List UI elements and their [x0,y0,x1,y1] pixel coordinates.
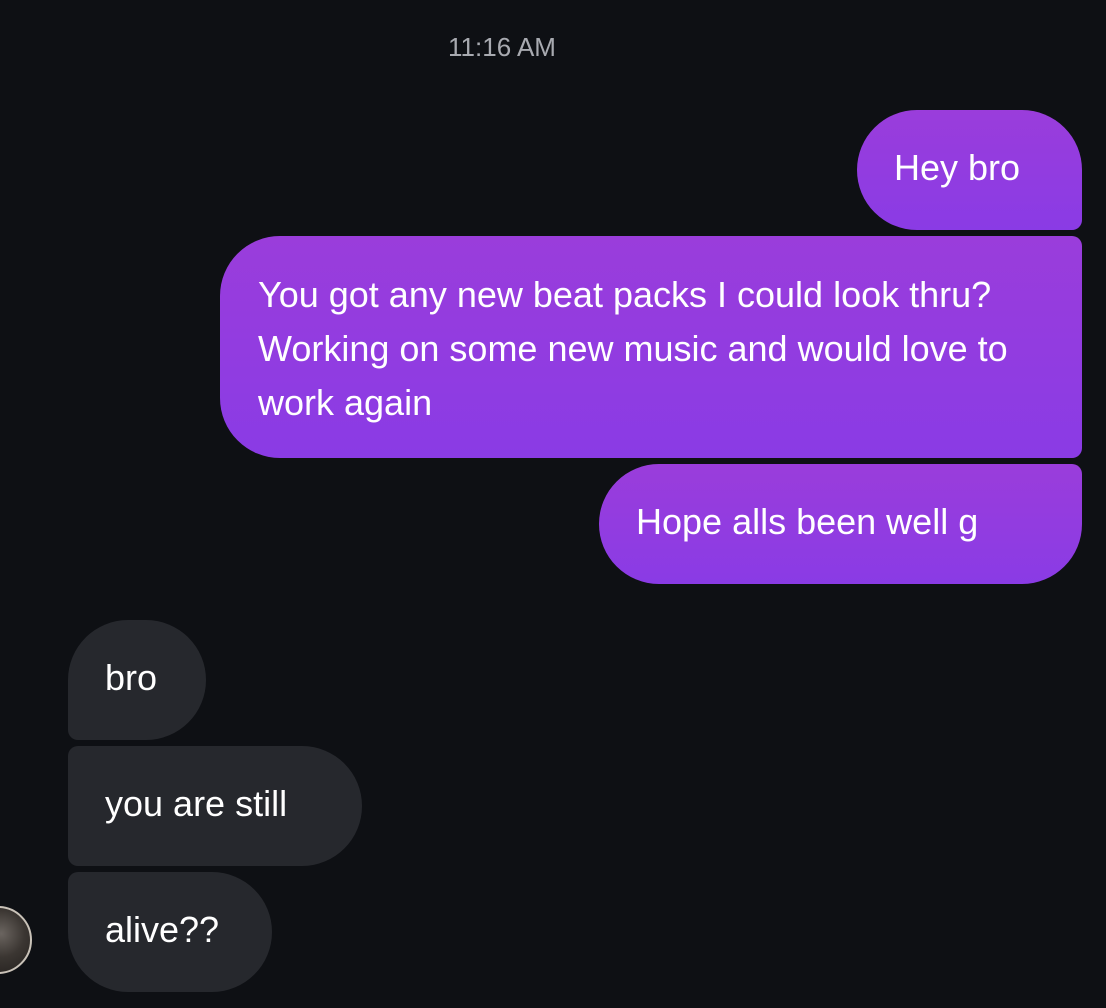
incoming-message-bubble[interactable]: you are still [68,746,362,866]
message-timestamp: 11:16 AM [448,32,556,62]
outgoing-message-bubble[interactable]: Hey bro [857,110,1082,230]
outgoing-message-bubble[interactable]: Hope alls been well g [599,464,1082,584]
incoming-message-bubble[interactable]: alive?? [68,872,272,992]
outgoing-message-bubble[interactable]: You got any new beat packs I could look … [220,236,1082,458]
incoming-message-bubble[interactable]: bro [68,620,206,740]
sender-avatar[interactable] [0,906,32,974]
